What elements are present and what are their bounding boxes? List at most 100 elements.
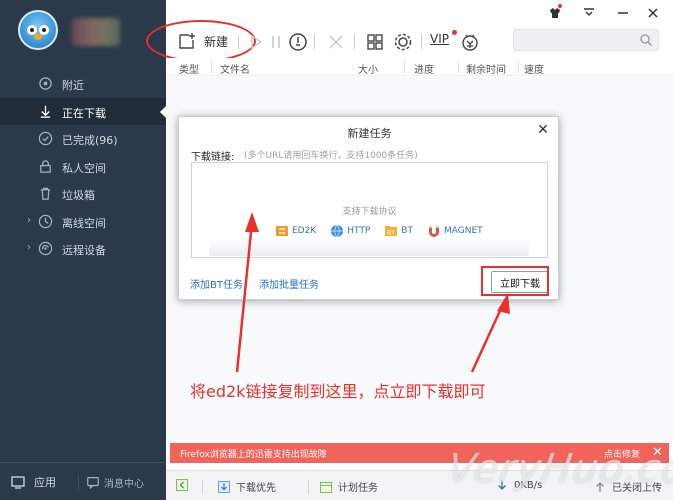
protocols-title: 支持下载协议 [342,207,397,217]
add-batch-task-link[interactable]: 添加批量任务 [259,276,319,291]
error-notification-bar: Firefox浏览器上的迅雷支持出现故障 点击修复 ✕ [170,443,669,463]
cloud-icon [38,214,53,228]
upload-icon [596,481,604,492]
apps-label: 应用 [34,476,56,489]
column-divider [518,61,519,73]
sidebar-item-private-space[interactable]: 私人空间 [0,153,166,181]
apps-button[interactable]: 应用 [10,471,56,493]
upload-toggle[interactable]: 已关闭上传 [594,479,662,494]
search-input[interactable] [514,30,634,50]
back-button[interactable] [176,479,194,491]
highlight-rectangle [481,266,549,296]
new-task-label: 新建 [204,34,229,49]
magnet-icon [428,226,439,237]
protocol-ed2k: ED2K [275,222,316,240]
trash-icon [40,187,51,200]
gift-icon[interactable] [460,32,480,52]
search-box [513,29,659,51]
toolbar: 新建 VIP [146,0,673,62]
column-divider [211,61,212,73]
scheduled-task-button[interactable]: 计划任务 [320,479,378,494]
sidebar-item-trash[interactable]: 垃圾箱 [0,180,166,208]
gear-icon[interactable] [393,32,413,52]
download-link-label: 下载链接: [191,152,235,163]
download-priority-label: 下载优先 [236,483,276,494]
lock-icon [40,159,51,173]
sidebar-item-remote-device[interactable]: › 远程设备 [0,235,166,263]
message-center-button[interactable]: 消息中心 [86,471,144,493]
notification-dot [452,30,457,35]
protocol-label: HTTP [347,226,371,236]
toolbar-divider [238,35,239,49]
toolbar-divider [314,35,315,49]
minimize-icon[interactable] [616,6,630,20]
column-header-type[interactable]: 类型 [179,61,199,76]
avatar[interactable] [18,10,58,50]
protocol-backdrop [209,238,529,256]
protocol-label: ED2K [292,226,317,236]
protocol-magnet: MAGNET [427,222,483,240]
toolbar-divider [421,35,422,49]
avatar-beak [34,34,42,40]
column-header-filename[interactable]: 文件名 [220,61,250,76]
sidebar-item-nearby[interactable]: 附近 [0,70,166,98]
status-bar: 下载优先 计划任务 0KB/s 已关闭上传 [166,470,673,500]
download-link-hint: (多个URL请用回车换行，支持1000条任务) [244,151,418,161]
pause-icon[interactable] [266,32,286,52]
chevron-right-icon[interactable]: › [27,215,31,226]
sidebar-item-completed[interactable]: 已完成(96) [0,125,166,153]
sidebar-item-offline-space[interactable]: › 离线空间 [0,208,166,236]
vip-button[interactable]: VIP [430,32,449,46]
calendar-icon [320,481,332,493]
status-divider [202,480,203,494]
sidebar-item-downloading[interactable]: 正在下载 [0,97,167,125]
bt-icon: BT [385,226,398,237]
speed-limit-icon[interactable] [288,32,308,52]
add-bt-task-link[interactable]: 添加BT任务 [190,276,243,291]
remote-device-icon [38,241,53,256]
sidebar-item-label: 已完成(96) [62,134,118,147]
sidebar: 附近 正在下载 已完成(96) 私人空间 垃圾箱 › 离线空间 › 远程设备 应… [0,0,167,500]
download-priority-icon [218,480,230,493]
user-profile [0,0,166,66]
column-header-progress[interactable]: 进度 [414,61,434,76]
skin-notification-dot [558,4,562,8]
column-header-remaining[interactable]: 剩余时间 [466,61,506,76]
play-icon[interactable] [246,32,266,52]
download-priority-button[interactable]: 下载优先 [218,479,276,494]
column-header-speed[interactable]: 速度 [524,61,544,76]
sidebar-item-label: 私人空间 [62,161,106,175]
error-close-icon[interactable]: ✕ [652,445,663,460]
menu-icon[interactable] [582,6,596,20]
status-divider [308,480,309,494]
column-divider [458,61,459,73]
grid-icon[interactable] [365,32,385,52]
toolbar-divider [354,35,355,49]
protocol-label: BT [401,226,413,236]
close-icon[interactable] [646,6,660,20]
dialog-title: 新建任务 [347,127,392,140]
download-speed-value: 0KB/s [514,479,543,491]
new-task-button[interactable]: 新建 [178,32,228,50]
chevron-right-icon[interactable]: › [27,242,31,253]
annotation-text: 将ed2k链接复制到这里，点立即下载即可 [190,382,486,401]
protocol-http: HTTP [330,222,370,240]
message-icon [87,477,99,489]
protocol-bt: BT BT [384,222,413,240]
column-header-size[interactable]: 大小 [358,61,378,76]
sidebar-item-label: 附近 [62,79,84,92]
delete-icon[interactable] [326,32,346,52]
footer-divider [78,473,79,491]
fix-link[interactable]: 点击修复 [604,447,640,460]
dialog-close-icon[interactable]: ✕ [536,123,550,137]
check-circle-icon [38,131,53,146]
sidebar-nav: 附近 正在下载 已完成(96) 私人空间 垃圾箱 › 离线空间 › 远程设备 [0,70,167,263]
location-icon [39,77,52,90]
task-list-header: 类型 文件名 大小 进度 剩余时间 速度 [166,58,673,76]
download-speed: 0KB/s [496,479,542,491]
download-icon [40,105,51,118]
ed2k-icon [276,226,288,236]
skin-icon[interactable] [548,6,562,20]
svg-text:BT: BT [387,230,395,237]
search-icon[interactable] [639,33,653,47]
